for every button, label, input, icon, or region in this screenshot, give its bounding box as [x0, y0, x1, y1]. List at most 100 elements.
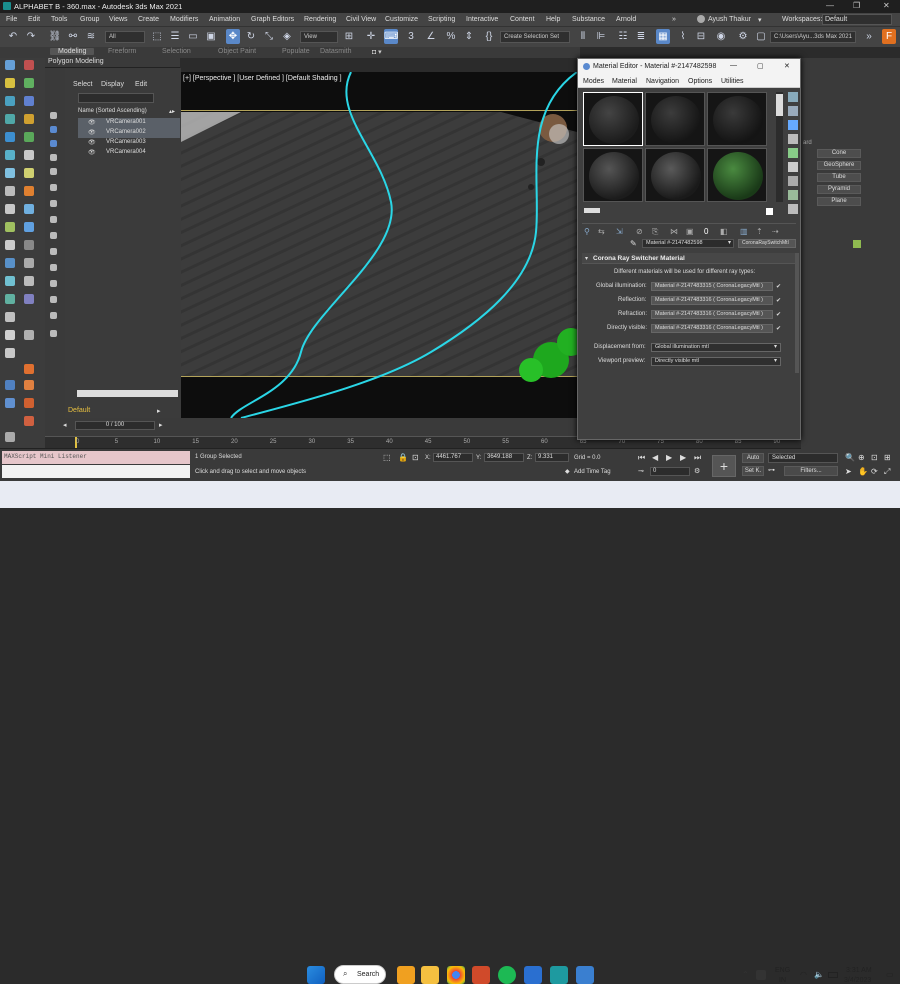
unlink-icon[interactable]: ⚯: [66, 29, 80, 44]
get-material-icon[interactable]: ⚲: [584, 227, 590, 236]
viewport-label[interactable]: [+] [Perspective ] [User Defined ] [Defa…: [183, 75, 342, 82]
material-editor-icon[interactable]: ◉: [714, 29, 728, 44]
schematic-view-icon[interactable]: ⊟: [694, 29, 708, 44]
me-menu-utilities[interactable]: Utilities: [721, 78, 744, 85]
align-icon[interactable]: ⊫: [594, 29, 608, 44]
workspace-select[interactable]: Default: [822, 14, 892, 25]
place-icon[interactable]: ◈: [280, 29, 294, 44]
scene-menu-edit[interactable]: Edit: [135, 81, 147, 88]
display-xrefs-icon[interactable]: [50, 232, 57, 239]
link-icon[interactable]: ⛓: [48, 29, 62, 44]
fire2-icon[interactable]: [24, 380, 34, 390]
display-helpers-icon[interactable]: [50, 184, 57, 191]
close-icon[interactable]: ✕: [883, 1, 890, 10]
refraction-material-button[interactable]: Material #-2147483316 ( CoronaLegacyMtl …: [651, 310, 773, 319]
render-frame-icon[interactable]: ▢: [754, 29, 768, 44]
layer-dropdown-icon[interactable]: ▸: [157, 407, 161, 415]
minimize-icon[interactable]: —: [826, 1, 834, 10]
menu-edit[interactable]: Edit: [28, 16, 40, 23]
go-parent-icon[interactable]: ⇡: [756, 227, 763, 236]
material-name-field[interactable]: Material #-2147482598: [642, 239, 734, 248]
reflection-checkbox[interactable]: ✔: [776, 297, 781, 304]
add-time-tag[interactable]: Add Time Tag: [574, 469, 611, 475]
global-illumination-checkbox[interactable]: ✔: [776, 283, 781, 290]
sample-slot[interactable]: [707, 148, 767, 202]
key-filter-icon[interactable]: ⊶: [768, 466, 775, 474]
menu-graph-editors[interactable]: Graph Editors: [251, 16, 294, 23]
put-to-library-icon[interactable]: ▣: [686, 227, 694, 236]
lang-in[interactable]: IN: [779, 977, 786, 984]
backlight-icon[interactable]: [788, 106, 798, 116]
menu-file[interactable]: File: [6, 16, 17, 23]
zoom-extents-icon[interactable]: ⊡: [871, 453, 878, 462]
play-icon[interactable]: ▶: [666, 453, 672, 462]
scene-explorer-toggle-icon[interactable]: ☷: [616, 29, 630, 44]
fire3-icon[interactable]: [24, 398, 34, 408]
target-icon[interactable]: [5, 276, 15, 286]
ribbon-options-icon[interactable]: ◘ ▾: [372, 48, 382, 56]
prev-frame-icon[interactable]: ◂: [63, 421, 67, 429]
wave-icon[interactable]: [24, 294, 34, 304]
material-id-icon[interactable]: 0: [704, 227, 708, 236]
menu-arnold[interactable]: Arnold: [616, 16, 636, 23]
display-lights-icon[interactable]: [50, 154, 57, 161]
select-object-icon[interactable]: ⬚: [150, 29, 164, 44]
zoom-extents-all-icon[interactable]: ⊞: [884, 453, 891, 462]
time-slider[interactable]: 0 / 100: [75, 421, 155, 430]
fov-icon[interactable]: ➤: [845, 467, 852, 476]
assign-to-selection-icon[interactable]: ⇲: [616, 227, 623, 236]
user-dropdown-icon[interactable]: ▾: [758, 16, 762, 24]
lock-icon[interactable]: [50, 312, 57, 319]
scroll-bar[interactable]: [77, 390, 178, 397]
maxscript-listener[interactable]: MAXScript Mini Listener: [2, 451, 190, 464]
lock-selection-icon[interactable]: 🔒: [398, 453, 408, 462]
clock-date[interactable]: 3/4/2023: [844, 977, 871, 984]
put-to-scene-icon[interactable]: ⇆: [598, 227, 605, 236]
material-type-button[interactable]: CoronaRaySwitchMtl: [738, 239, 796, 248]
teapot-icon[interactable]: [5, 204, 15, 214]
menu-interactive[interactable]: Interactive: [466, 16, 498, 23]
filter-icon[interactable]: [50, 112, 57, 119]
maximize-viewport-icon[interactable]: ⤢: [884, 467, 890, 477]
spinner-snap-icon[interactable]: ⇕: [462, 29, 476, 44]
sample-slot[interactable]: [645, 148, 705, 202]
menu-create[interactable]: Create: [138, 16, 159, 23]
visibility-icon[interactable]: 👁: [88, 129, 96, 136]
show-shaded-icon[interactable]: ◧: [720, 227, 728, 236]
material-navigator-icon[interactable]: [788, 204, 798, 214]
auto-key-button[interactable]: Auto: [742, 453, 764, 463]
list-item[interactable]: 👁 VRCamera003: [78, 138, 180, 148]
sample-slot[interactable]: [707, 92, 767, 146]
uv-tiling-icon[interactable]: [788, 134, 798, 144]
visibility-icon[interactable]: 👁: [88, 139, 96, 146]
me-close-icon[interactable]: ✕: [784, 62, 790, 70]
global-illumination-material-button[interactable]: Material #-2147483315 ( CoronaLegacyMtl …: [651, 282, 773, 291]
menu-help[interactable]: Help: [546, 16, 560, 23]
go-end-icon[interactable]: ⏭: [694, 453, 701, 463]
redo-icon[interactable]: ↷: [24, 29, 38, 44]
set-key-big-icon[interactable]: +: [712, 455, 736, 477]
mirror-icon[interactable]: ⫴: [576, 29, 590, 44]
z-coordinate-field[interactable]: 9.331: [535, 453, 569, 462]
xref-icon[interactable]: [5, 294, 15, 304]
maxscript-output[interactable]: [2, 465, 190, 478]
menu-scripting[interactable]: Scripting: [428, 16, 455, 23]
display-cameras-icon[interactable]: [50, 168, 57, 175]
scene-menu-display[interactable]: Display: [101, 81, 124, 88]
point-icon[interactable]: [24, 258, 34, 268]
substance-icon[interactable]: F: [882, 29, 896, 44]
directly-visible-material-button[interactable]: Material #-2147483316 ( CoronaLegacyMtl …: [651, 324, 773, 333]
menu-modifiers[interactable]: Modifiers: [170, 16, 198, 23]
image-app-icon[interactable]: [524, 966, 542, 984]
wifi-icon[interactable]: ◠: [800, 970, 807, 979]
geosphere-button[interactable]: GeoSphere: [817, 161, 861, 170]
hierarchy-icon[interactable]: [5, 150, 15, 160]
globe-icon[interactable]: [24, 416, 34, 426]
sample-hscroll-thumb[interactable]: [584, 208, 600, 213]
go-sibling-icon[interactable]: ⇢: [772, 227, 779, 236]
viewport-preview-select[interactable]: Directly visible mtl: [651, 357, 781, 366]
hammer-icon[interactable]: [5, 432, 15, 442]
orbit-icon[interactable]: ⟳: [871, 467, 878, 476]
paint-icon[interactable]: [5, 186, 15, 196]
photos-icon[interactable]: [576, 966, 594, 984]
